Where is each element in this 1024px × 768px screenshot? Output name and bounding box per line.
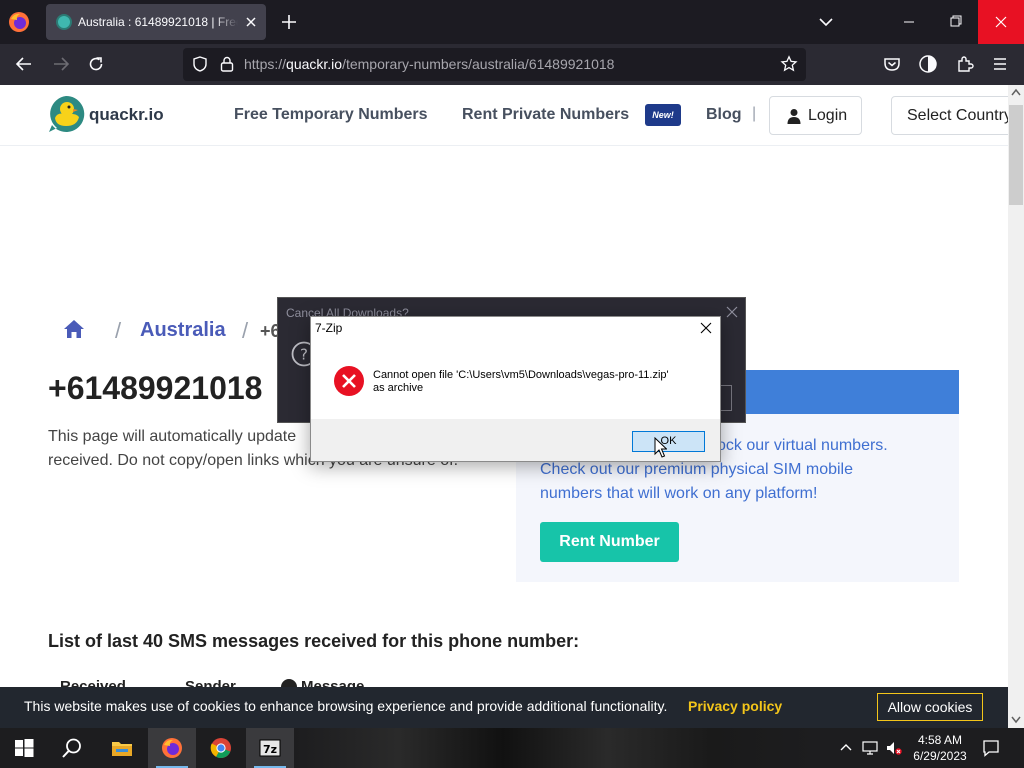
chrome-icon xyxy=(210,738,231,759)
show-hidden-icons-chevron-icon[interactable] xyxy=(838,740,854,756)
phone-number-title: +61489921018 xyxy=(48,370,263,406)
tracking-protection-shield-icon[interactable] xyxy=(191,55,209,73)
taskbar-7zip[interactable]: 7z xyxy=(246,728,294,768)
page-scrollbar[interactable] xyxy=(1008,85,1024,730)
tab-active[interactable]: Australia : 61489921018 | Free Temporary… xyxy=(46,4,266,40)
7zip-error-message: Cannot open file 'C:\Users\vm5\Downloads… xyxy=(373,369,703,395)
extensions-puzzle-icon[interactable] xyxy=(955,54,975,74)
reload-icon[interactable] xyxy=(86,54,106,74)
window-minimize-icon[interactable] xyxy=(886,0,932,44)
breadcrumb-separator: / xyxy=(115,318,122,343)
duck-logo-icon[interactable] xyxy=(46,94,86,134)
url-host: quackr.io xyxy=(286,56,343,72)
bookmark-star-icon[interactable] xyxy=(780,55,798,73)
cancel-downloads-close-icon[interactable] xyxy=(726,306,738,318)
taskbar-search-button[interactable] xyxy=(48,728,96,768)
nav-rent-private-numbers[interactable]: Rent Private Numbers xyxy=(462,106,629,124)
nav-free-temporary-numbers[interactable]: Free Temporary Numbers xyxy=(234,106,428,124)
desktop-wallpaper-strip xyxy=(295,728,815,768)
firefox-menu-icon[interactable] xyxy=(8,11,30,33)
browser-tab-bar: Australia : 61489921018 | Free Temporary… xyxy=(0,0,1024,44)
nav-blog[interactable]: Blog xyxy=(706,106,742,124)
forward-arrow-icon[interactable] xyxy=(51,54,71,74)
hamburger-menu-icon[interactable] xyxy=(990,54,1010,74)
url-scheme: https:// xyxy=(244,56,287,72)
sms-list-heading: List of last 40 SMS messages received fo… xyxy=(48,631,580,651)
cookie-consent-banner: This website makes use of cookies to enh… xyxy=(0,687,1008,728)
clock-date: 6/29/2023 xyxy=(913,749,967,763)
mouse-cursor-icon xyxy=(654,437,667,458)
lock-icon[interactable] xyxy=(219,55,235,73)
ok-button[interactable]: OK xyxy=(632,431,705,452)
windows-taskbar: 7z 4:58 AM 6/29/2023 xyxy=(0,728,1024,768)
list-all-tabs-chevron-icon[interactable] xyxy=(817,13,835,31)
browser-nav-bar: https://quackr.io/temporary-numbers/aust… xyxy=(0,44,1024,85)
network-icon[interactable] xyxy=(862,740,878,756)
taskbar-firefox[interactable] xyxy=(148,728,196,768)
site-header: quackr.io Free Temporary Numbers Rent Pr… xyxy=(0,85,1008,146)
start-icon xyxy=(15,739,34,757)
nav-separator: | xyxy=(752,105,757,122)
scrollbar-thumb[interactable] xyxy=(1009,105,1023,205)
login-button[interactable]: Login xyxy=(769,96,862,135)
scroll-down-arrow-icon[interactable] xyxy=(1011,716,1021,724)
window-close-icon[interactable] xyxy=(978,0,1024,44)
svg-text:?: ? xyxy=(300,346,308,364)
promo-line: numbers that will work on any platform! xyxy=(540,485,818,502)
breadcrumb-home-icon[interactable] xyxy=(63,319,85,339)
action-center-notification-icon[interactable] xyxy=(982,739,1000,757)
logo-text[interactable]: quackr.io xyxy=(89,105,164,125)
7zip-dialog-close-icon[interactable] xyxy=(700,322,712,334)
pocket-icon[interactable] xyxy=(882,54,902,74)
clock-time: 4:58 AM xyxy=(917,733,963,747)
tab-close-icon[interactable] xyxy=(242,13,260,31)
privacy-policy-link[interactable]: Privacy policy xyxy=(688,698,782,714)
file-explorer-icon xyxy=(112,742,132,756)
window-restore-icon[interactable] xyxy=(932,0,978,44)
tab-title: Australia : 61489921018 | Free Temporary… xyxy=(78,15,238,29)
user-icon xyxy=(787,109,801,124)
taskbar-chrome[interactable] xyxy=(197,728,245,768)
taskbar-file-explorer[interactable] xyxy=(98,728,146,768)
7zip-error-message-line: Cannot open file 'C:\Users\vm5\Downloads… xyxy=(373,369,669,381)
7zip-icon: 7z xyxy=(259,739,281,757)
system-clock[interactable]: 4:58 AM 6/29/2023 xyxy=(905,732,975,764)
new-badge: New! xyxy=(645,104,681,126)
back-arrow-icon[interactable] xyxy=(14,54,34,74)
account-sync-icon[interactable] xyxy=(918,54,938,74)
url-text[interactable]: https://quackr.io/temporary-numbers/aust… xyxy=(244,56,614,72)
scroll-up-arrow-icon[interactable] xyxy=(1011,88,1021,96)
tab-favicon-icon xyxy=(56,14,72,30)
7zip-error-message-line: as archive xyxy=(373,382,424,394)
error-icon xyxy=(334,366,364,396)
volume-muted-icon[interactable] xyxy=(886,740,902,756)
new-tab-icon[interactable] xyxy=(279,12,299,32)
cookie-banner-text: This website makes use of cookies to enh… xyxy=(24,698,668,714)
search-icon xyxy=(62,738,81,758)
firefox-icon xyxy=(162,738,182,758)
login-label: Login xyxy=(808,107,848,124)
svg-text:7z: 7z xyxy=(263,743,277,756)
select-country-dropdown[interactable]: Select Country xyxy=(891,96,1008,135)
url-bar[interactable]: https://quackr.io/temporary-numbers/aust… xyxy=(183,48,806,81)
breadcrumb-country-link[interactable]: Australia xyxy=(140,319,226,342)
allow-cookies-button[interactable]: Allow cookies xyxy=(877,693,983,721)
url-path: /temporary-numbers/australia/61489921018 xyxy=(342,56,615,72)
7zip-dialog-title: 7-Zip xyxy=(315,321,343,335)
start-button[interactable] xyxy=(0,728,48,768)
breadcrumb-separator: / xyxy=(242,318,249,343)
rent-number-button[interactable]: Rent Number xyxy=(540,522,679,562)
